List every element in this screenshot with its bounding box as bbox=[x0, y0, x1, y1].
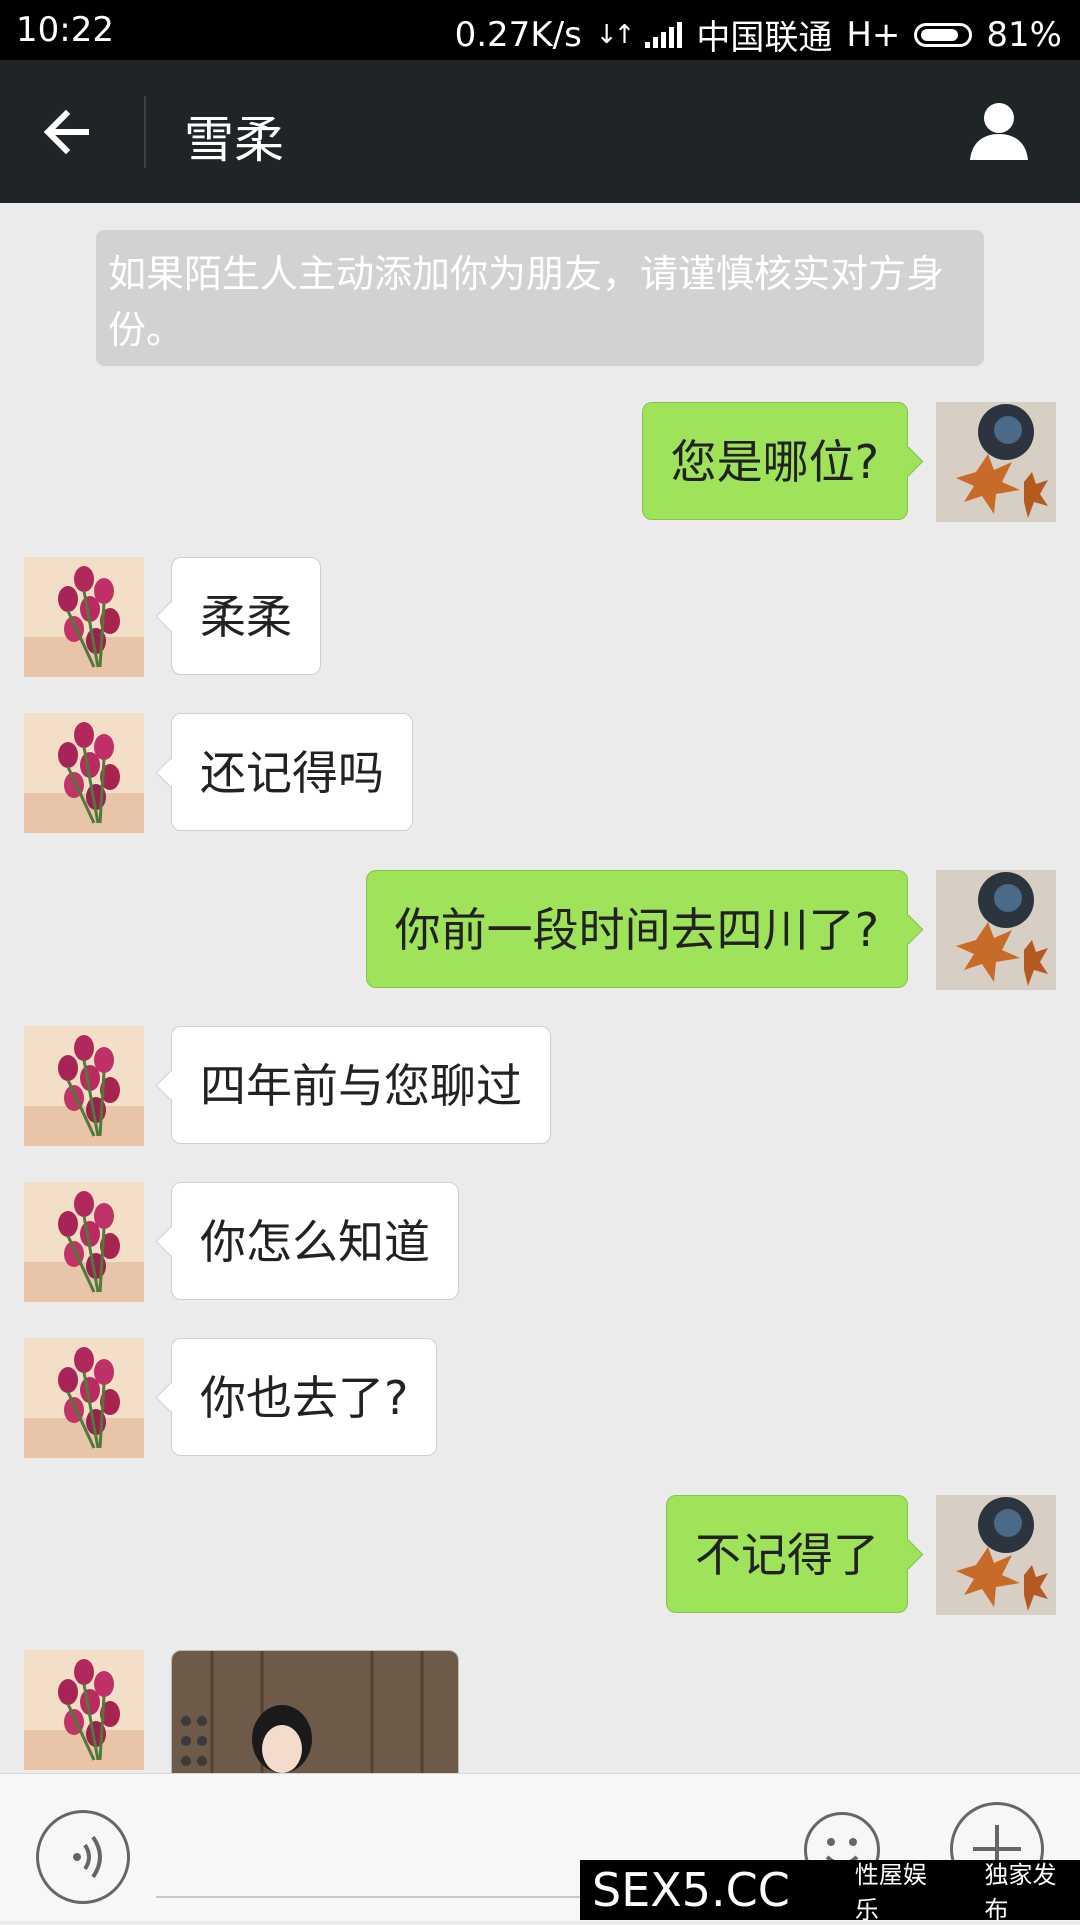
tulip-avatar-image bbox=[24, 1026, 144, 1146]
message-image-incoming[interactable] bbox=[171, 1650, 459, 1773]
tulip-avatar-image bbox=[24, 1182, 144, 1302]
contact-avatar[interactable] bbox=[24, 1182, 144, 1302]
header-divider bbox=[144, 96, 146, 168]
message-bubble-outgoing[interactable]: 你前一段时间去四川了? bbox=[365, 870, 908, 988]
battery-icon bbox=[914, 22, 973, 47]
my-avatar[interactable] bbox=[936, 402, 1056, 522]
battery-percent: 81% bbox=[986, 14, 1062, 55]
message-bubble-outgoing[interactable]: 不记得了 bbox=[666, 1495, 908, 1613]
maple-leaf-avatar-image bbox=[936, 1495, 1056, 1615]
back-button[interactable] bbox=[36, 96, 108, 168]
person-icon bbox=[970, 103, 1028, 160]
message-bubble-incoming[interactable]: 你怎么知道 bbox=[171, 1182, 459, 1300]
tulip-avatar-image bbox=[24, 1650, 144, 1770]
voice-button[interactable] bbox=[36, 1810, 130, 1904]
security-notice: 如果陌生人主动添加你为朋友，请谨慎核实对方身份。 bbox=[96, 230, 984, 366]
contact-avatar[interactable] bbox=[24, 1338, 144, 1458]
watermark-main: SEX5.CC bbox=[592, 1863, 790, 1917]
chat-title: 雪柔 bbox=[184, 111, 284, 169]
contact-avatar[interactable] bbox=[24, 1026, 144, 1146]
voice-wave-icon bbox=[73, 1835, 102, 1879]
watermark-right: 独家发布 bbox=[984, 1861, 1057, 1924]
watermark-banner: SEX5.CC 性屋娱乐 独家发布 bbox=[580, 1860, 1080, 1924]
profile-button[interactable] bbox=[966, 98, 1032, 164]
signal-icon bbox=[645, 21, 683, 48]
message-bubble-incoming[interactable]: 还记得吗 bbox=[171, 713, 413, 831]
chat-messages[interactable]: 如果陌生人主动添加你为朋友，请谨慎核实对方身份。 您是哪位? 柔柔 还记得吗 你… bbox=[0, 203, 1080, 1773]
my-avatar[interactable] bbox=[936, 1495, 1056, 1615]
contact-avatar[interactable] bbox=[24, 713, 144, 833]
message-bubble-incoming[interactable]: 柔柔 bbox=[171, 557, 321, 675]
tulip-avatar-image bbox=[24, 1338, 144, 1458]
chat-header: 雪柔 bbox=[0, 60, 1080, 203]
status-right-group: 0.27K/s ↓↑ 中国联通 H+ 81% bbox=[455, 10, 1062, 59]
tulip-avatar-image bbox=[24, 557, 144, 677]
network-speed: 0.27K/s bbox=[454, 14, 582, 55]
my-avatar[interactable] bbox=[936, 870, 1056, 990]
data-arrows-icon: ↓↑ bbox=[595, 19, 636, 50]
network-type: H+ bbox=[846, 14, 901, 55]
status-bar: 10:22 0.27K/s ↓↑ 中国联通 H+ 81% bbox=[0, 0, 1080, 60]
carrier-name: 中国联通 bbox=[696, 18, 833, 58]
maple-leaf-avatar-image bbox=[936, 870, 1056, 990]
contact-avatar[interactable] bbox=[24, 1650, 144, 1770]
watermark-left: 性屋娱乐 bbox=[854, 1861, 927, 1924]
arrow-left-icon bbox=[43, 109, 89, 155]
status-time: 10:22 bbox=[16, 10, 114, 50]
message-bubble-incoming[interactable]: 四年前与您聊过 bbox=[171, 1026, 551, 1144]
contact-avatar[interactable] bbox=[24, 557, 144, 677]
maple-leaf-avatar-image bbox=[936, 402, 1056, 522]
message-bubble-incoming[interactable]: 你也去了? bbox=[171, 1338, 438, 1456]
tulip-avatar-image bbox=[24, 713, 144, 833]
message-bubble-outgoing[interactable]: 您是哪位? bbox=[641, 402, 908, 520]
photo-thumbnail bbox=[172, 1651, 458, 1773]
